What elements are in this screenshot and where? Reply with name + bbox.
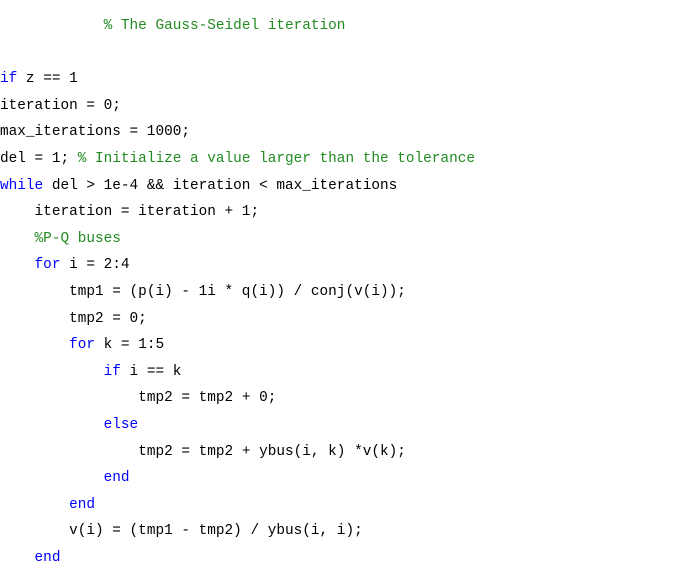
code-token-comment: % The Gauss-Seidel iteration xyxy=(103,18,346,34)
code-line: tmp2 = 0; xyxy=(0,306,147,332)
code-token-plain: i = 2:4 xyxy=(60,257,130,274)
code-token-plain: iteration = iteration + 1; xyxy=(34,204,260,221)
code-token-comment: %P-Q buses xyxy=(34,230,121,247)
code-token-keyword: end xyxy=(103,470,130,487)
code-line: %P-Q buses xyxy=(0,226,121,252)
code-line: tmp2 = tmp2 + ybus(i, k) *v(k); xyxy=(0,439,406,465)
code-line: iteration = 0; xyxy=(0,93,121,119)
code-line: for i = 2:4 xyxy=(0,252,130,278)
code-token-plain: max_iterations = 1000; xyxy=(0,124,190,141)
code-token-keyword: else xyxy=(103,417,139,433)
code-line: else xyxy=(0,412,139,438)
code-line: end xyxy=(0,545,61,571)
code-line: end xyxy=(0,492,95,518)
code-line: while del > 1e-4 && iteration < max_iter… xyxy=(0,173,397,199)
code-line: for k = 1:5 xyxy=(0,332,164,358)
code-token-keyword: for xyxy=(34,257,61,274)
code-token-plain: i == k xyxy=(120,363,182,380)
code-token-plain: k = 1:5 xyxy=(95,337,165,354)
code-token-plain: iteration = 0; xyxy=(0,97,121,114)
code-line: max_iterations = 1000; xyxy=(0,119,190,145)
code-token-keyword: if xyxy=(0,71,18,88)
code-line: tmp1 = (p(i) - 1i * q(i)) / conj(v(i)); xyxy=(0,279,406,305)
code-line: v(i) = (tmp1 - tmp2) / ybus(i, i); xyxy=(0,518,363,544)
code-token-plain: del > 1e-4 && iteration < max_iterations xyxy=(43,177,398,194)
code-token-plain: tmp2 = tmp2 + ybus(i, k) *v(k); xyxy=(138,443,406,460)
code-token-keyword: for xyxy=(69,337,96,354)
code-line: del = 1; % Initialize a value larger tha… xyxy=(0,146,475,172)
code-token-plain: z == 1 xyxy=(17,71,78,88)
code-line: tmp2 = tmp2 + 0; xyxy=(0,385,276,411)
code-line: end xyxy=(0,465,130,491)
code-line: if i == k xyxy=(0,359,182,385)
code-token-plain: tmp2 = tmp2 + 0; xyxy=(138,390,277,407)
code-token-keyword: end xyxy=(69,496,96,513)
code-line: if z == 1 xyxy=(0,66,78,92)
code-token-plain: v(i) = (tmp1 - tmp2) / ybus(i, i); xyxy=(69,523,363,540)
code-token-plain: del = 1; xyxy=(0,151,78,167)
code-line: % The Gauss-Seidel iteration xyxy=(0,13,346,39)
code-editor[interactable]: % The Gauss-Seidel iteration if z == 1 ite… xyxy=(0,0,699,585)
code-line: iteration = iteration + 1; xyxy=(0,199,260,225)
code-token-keyword: end xyxy=(34,550,61,566)
code-token-plain: tmp2 = 0; xyxy=(69,310,147,327)
code-token-keyword: if xyxy=(103,363,121,380)
code-token-keyword: while xyxy=(0,177,44,194)
code-token-comment: % Initialize a value larger than the tol… xyxy=(77,151,475,167)
code-token-plain: tmp1 = (p(i) - 1i * q(i)) / conj(v(i)); xyxy=(69,284,406,300)
